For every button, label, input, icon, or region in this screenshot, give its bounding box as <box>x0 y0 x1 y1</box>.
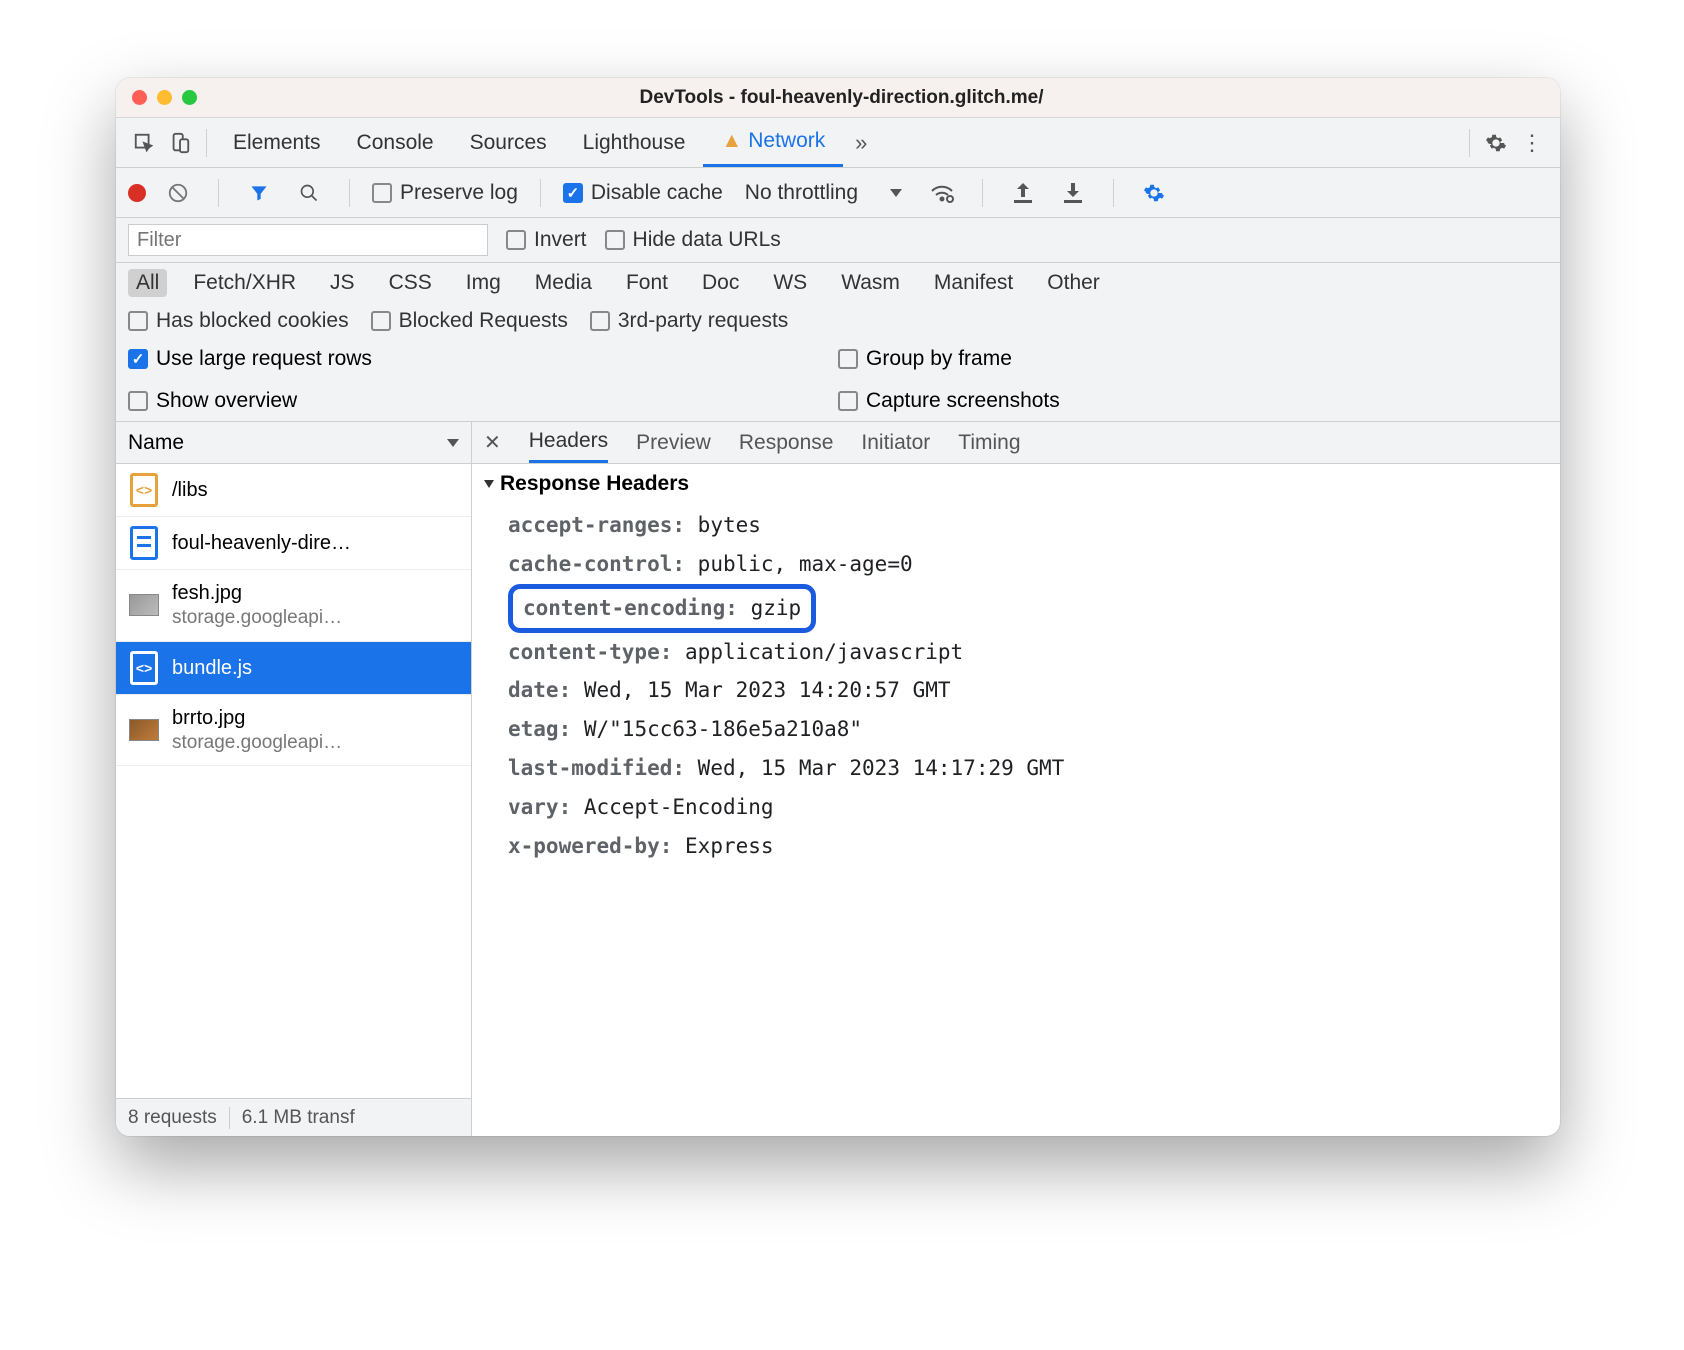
name-column-header[interactable]: Name <box>116 422 471 464</box>
devtools-window: DevTools - foul-heavenly-direction.glitc… <box>116 78 1560 1136</box>
type-js[interactable]: JS <box>322 269 363 297</box>
maximize-icon[interactable] <box>182 90 197 105</box>
extra-filter-row: Has blocked cookies Blocked Requests 3rd… <box>116 303 1560 339</box>
upload-icon[interactable] <box>1005 175 1041 211</box>
group-frame-checkbox[interactable]: Group by frame <box>838 347 1548 371</box>
device-icon[interactable] <box>162 125 198 161</box>
detail-tab-response[interactable]: Response <box>739 422 834 463</box>
header-row: accept-ranges: bytes <box>508 506 1548 545</box>
request-items: <> /libs foul-heavenly-dire… fesh.jpgsto… <box>116 464 471 1098</box>
tab-sources[interactable]: Sources <box>452 118 565 167</box>
type-other[interactable]: Other <box>1039 269 1108 297</box>
download-icon[interactable] <box>1055 175 1091 211</box>
network-conditions-icon[interactable] <box>924 175 960 211</box>
header-row: x-powered-by: Express <box>508 827 1548 866</box>
header-row: last-modified: Wed, 15 Mar 2023 14:17:29… <box>508 749 1548 788</box>
type-ws[interactable]: WS <box>765 269 815 297</box>
kebab-icon[interactable]: ⋮ <box>1514 125 1550 161</box>
type-all[interactable]: All <box>128 269 167 297</box>
type-img[interactable]: Img <box>458 269 509 297</box>
invert-checkbox[interactable]: Invert <box>506 228 587 252</box>
header-row: vary: Accept-Encoding <box>508 788 1548 827</box>
close-icon[interactable] <box>132 90 147 105</box>
image-icon <box>129 594 159 616</box>
minimize-icon[interactable] <box>157 90 172 105</box>
third-party-checkbox[interactable]: 3rd-party requests <box>590 309 788 333</box>
inspect-icon[interactable] <box>126 125 162 161</box>
traffic-lights <box>132 90 197 105</box>
show-overview-checkbox[interactable]: Show overview <box>128 389 838 413</box>
hide-data-urls-checkbox[interactable]: Hide data URLs <box>605 228 781 252</box>
type-media[interactable]: Media <box>527 269 600 297</box>
settings-gear-icon[interactable] <box>1136 175 1172 211</box>
gear-icon[interactable] <box>1478 125 1514 161</box>
detail-tab-timing[interactable]: Timing <box>958 422 1020 463</box>
type-fetch[interactable]: Fetch/XHR <box>185 269 304 297</box>
blocked-cookies-checkbox[interactable]: Has blocked cookies <box>128 309 349 333</box>
request-count: 8 requests <box>116 1107 229 1129</box>
detail-body: Response Headers accept-ranges: bytes ca… <box>472 464 1560 1136</box>
js-file-icon: <> <box>130 473 158 507</box>
response-headers-section[interactable]: Response Headers <box>484 472 1548 496</box>
tab-lighthouse[interactable]: Lighthouse <box>565 118 704 167</box>
request-list: Name <> /libs foul-heavenly-dire… fesh.j… <box>116 422 472 1136</box>
request-row[interactable]: brrto.jpgstorage.googleapi… <box>116 695 471 767</box>
type-filter-row: All Fetch/XHR JS CSS Img Media Font Doc … <box>116 263 1560 303</box>
tab-elements[interactable]: Elements <box>215 118 339 167</box>
request-row[interactable]: fesh.jpgstorage.googleapi… <box>116 570 471 642</box>
detail-tab-bar: ✕ Headers Preview Response Initiator Tim… <box>472 422 1560 464</box>
blocked-requests-checkbox[interactable]: Blocked Requests <box>371 309 568 333</box>
type-font[interactable]: Font <box>618 269 676 297</box>
document-icon <box>130 526 158 560</box>
capture-screenshots-checkbox[interactable]: Capture screenshots <box>838 389 1548 413</box>
header-row: cache-control: public, max-age=0 <box>508 545 1548 584</box>
window-title: DevTools - foul-heavenly-direction.glitc… <box>197 87 1486 109</box>
main-tab-bar: Elements Console Sources Lighthouse ▲Net… <box>116 118 1560 168</box>
filter-input[interactable] <box>128 224 488 256</box>
request-footer: 8 requests 6.1 MB transf <box>116 1098 471 1136</box>
filter-row: Invert Hide data URLs <box>116 218 1560 263</box>
type-manifest[interactable]: Manifest <box>926 269 1021 297</box>
transfer-size: 6.1 MB transf <box>229 1107 367 1129</box>
warning-icon: ▲ <box>721 129 742 153</box>
type-css[interactable]: CSS <box>381 269 440 297</box>
request-row[interactable]: <> /libs <box>116 464 471 517</box>
preserve-log-checkbox[interactable]: Preserve log <box>372 181 518 205</box>
network-toolbar: Preserve log Disable cache No throttling <box>116 168 1560 218</box>
type-doc[interactable]: Doc <box>694 269 747 297</box>
disable-cache-checkbox[interactable]: Disable cache <box>563 181 723 205</box>
request-row[interactable]: foul-heavenly-dire… <box>116 517 471 570</box>
js-file-icon: <> <box>130 651 158 685</box>
clear-icon[interactable] <box>160 175 196 211</box>
detail-tab-headers[interactable]: Headers <box>529 422 608 463</box>
header-row: date: Wed, 15 Mar 2023 14:20:57 GMT <box>508 671 1548 710</box>
detail-panel: ✕ Headers Preview Response Initiator Tim… <box>472 422 1560 1136</box>
throttling-select[interactable]: No throttling <box>737 181 910 205</box>
large-rows-checkbox[interactable]: Use large request rows <box>128 347 838 371</box>
headers-list: accept-ranges: bytes cache-control: publ… <box>484 506 1548 866</box>
filter-icon[interactable] <box>241 175 277 211</box>
search-icon[interactable] <box>291 175 327 211</box>
type-wasm[interactable]: Wasm <box>833 269 908 297</box>
record-button[interactable] <box>128 184 146 202</box>
image-icon <box>129 719 159 741</box>
content-area: Name <> /libs foul-heavenly-dire… fesh.j… <box>116 422 1560 1136</box>
more-tabs-icon[interactable]: » <box>843 125 879 161</box>
tab-network[interactable]: ▲Network <box>703 118 843 167</box>
close-detail-icon[interactable]: ✕ <box>484 430 501 455</box>
header-row: content-type: application/javascript <box>508 633 1548 672</box>
detail-tab-initiator[interactable]: Initiator <box>861 422 930 463</box>
titlebar: DevTools - foul-heavenly-direction.glitc… <box>116 78 1560 118</box>
detail-tab-preview[interactable]: Preview <box>636 422 711 463</box>
request-row-selected[interactable]: <> bundle.js <box>116 642 471 695</box>
header-row: etag: W/"15cc63-186e5a210a8" <box>508 710 1548 749</box>
header-row: content-encoding: gzip <box>508 584 1548 633</box>
tab-console[interactable]: Console <box>339 118 452 167</box>
sort-icon <box>447 439 459 447</box>
disclosure-icon <box>484 480 494 488</box>
options-row: Use large request rows Show overview Gro… <box>116 339 1560 422</box>
